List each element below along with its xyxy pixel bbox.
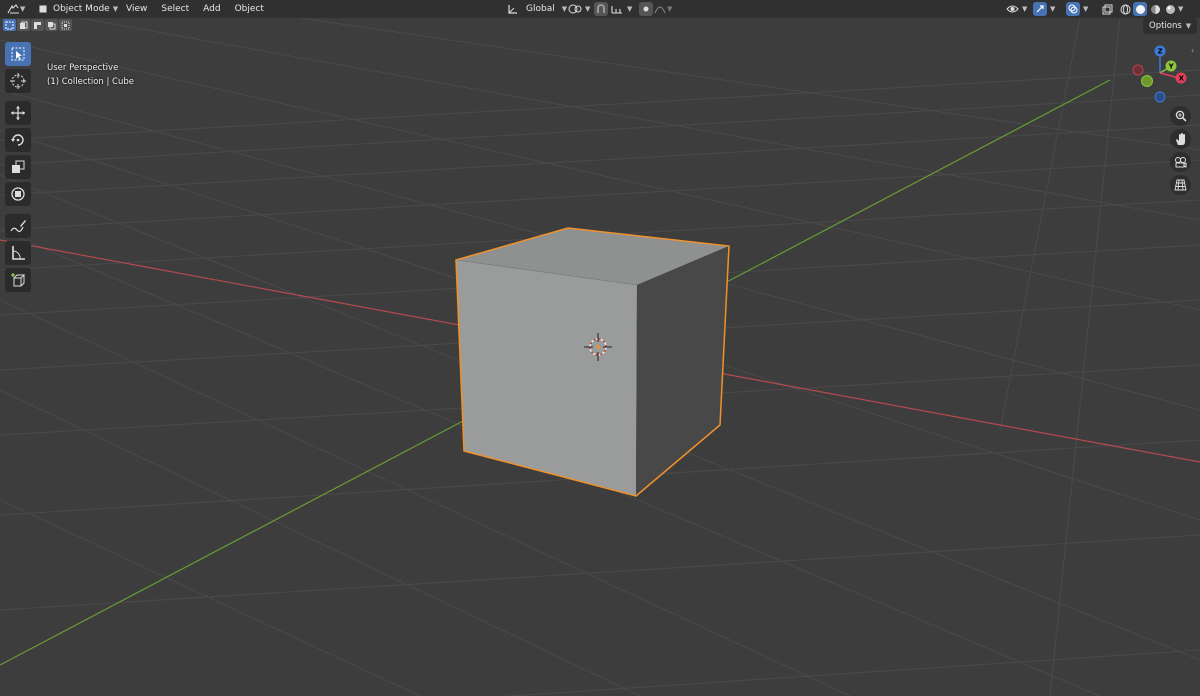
- chevron-down-icon: ▼: [627, 5, 633, 13]
- snap-toggle[interactable]: [594, 0, 608, 18]
- gizmo-icon: [1033, 2, 1047, 16]
- neg-x-axis-icon[interactable]: [1132, 64, 1144, 76]
- orientation-dropdown[interactable]: Global ▼: [506, 0, 567, 18]
- transform-icon[interactable]: [5, 182, 31, 206]
- pan-hand-icon[interactable]: [1170, 129, 1191, 149]
- tool-shelf: [5, 42, 32, 295]
- collection-label: (1) Collection | Cube: [47, 77, 135, 87]
- viewport-header: ▼ Object Mode ▼ View Select Add Object G…: [0, 0, 1200, 18]
- transform-orientation-icon: [506, 2, 520, 16]
- rotate-icon[interactable]: [5, 128, 31, 152]
- select-box-icon[interactable]: [5, 42, 31, 66]
- mode-dropdown[interactable]: Object Mode ▼: [36, 0, 118, 18]
- y-axis-label: Y: [1168, 63, 1175, 71]
- options-label: Options: [1149, 21, 1182, 31]
- x-axis-label: X: [1179, 75, 1185, 83]
- menu-select[interactable]: Select: [154, 0, 196, 18]
- select-intersect-icon[interactable]: [59, 19, 72, 31]
- chevron-down-icon: ▼: [112, 5, 119, 13]
- select-difference-icon[interactable]: [45, 19, 58, 31]
- proportional-edit-toggle[interactable]: ▼: [639, 0, 672, 18]
- annotate-icon[interactable]: [5, 214, 31, 238]
- shading-modes: ▼: [1118, 0, 1183, 18]
- object-mode-icon: [36, 2, 50, 16]
- mode-label: Object Mode: [53, 4, 110, 14]
- chevron-down-icon: ▼: [667, 5, 673, 13]
- move-icon[interactable]: [5, 101, 31, 125]
- navigation-controls: [1170, 106, 1192, 198]
- scale-icon[interactable]: [5, 155, 31, 179]
- selection-modes: [3, 19, 72, 32]
- pivot-icon: [568, 2, 582, 16]
- z-axis-label: Z: [1158, 48, 1163, 56]
- navigation-gizmo[interactable]: Z Y X: [1128, 42, 1188, 104]
- orientation-label: Global: [526, 4, 555, 14]
- add-cube-icon[interactable]: [5, 268, 31, 292]
- select-extend-icon[interactable]: [17, 19, 30, 31]
- chevron-down-icon: ▼: [1083, 5, 1089, 13]
- 3d-viewport[interactable]: User Perspective (1) Collection | Cube: [0, 18, 1200, 696]
- zoom-icon[interactable]: [1170, 106, 1191, 126]
- select-new-icon[interactable]: [3, 19, 16, 31]
- solid-shading-icon[interactable]: [1133, 2, 1147, 16]
- chevron-down-icon: ▼: [1022, 5, 1028, 13]
- eye-icon: [1005, 2, 1019, 16]
- menu-view[interactable]: View: [119, 0, 154, 18]
- viewport-scene[interactable]: [0, 18, 1200, 696]
- material-shading-icon[interactable]: [1148, 2, 1162, 16]
- snap-increment-icon: [610, 2, 624, 16]
- editor-type-button[interactable]: ▼: [6, 0, 25, 18]
- xray-icon: [1100, 2, 1114, 16]
- wireframe-shading-icon[interactable]: [1118, 2, 1132, 16]
- viewport-info: User Perspective (1) Collection | Cube: [47, 61, 134, 89]
- chevron-down-icon: ▼: [585, 5, 591, 13]
- cursor-icon[interactable]: [5, 69, 31, 93]
- menu-object[interactable]: Object: [228, 0, 271, 18]
- chevron-down-icon: ▼: [1050, 5, 1056, 13]
- neg-y-axis-icon[interactable]: [1141, 75, 1153, 87]
- chevron-down-icon: ▼: [561, 5, 568, 13]
- overlays-icon: [1066, 2, 1080, 16]
- menu-add[interactable]: Add: [196, 0, 227, 18]
- options-dropdown[interactable]: Options ▼: [1143, 18, 1198, 34]
- snap-target-dropdown[interactable]: ▼: [610, 0, 632, 18]
- neg-z-axis-icon[interactable]: [1154, 91, 1166, 103]
- object-visibility-dropdown[interactable]: ▼: [1005, 0, 1027, 18]
- grid-icon[interactable]: [1170, 175, 1191, 195]
- perspective-label: User Perspective: [47, 63, 119, 73]
- overlays-toggle[interactable]: ▼: [1066, 0, 1088, 18]
- chevron-down-icon[interactable]: ▼: [1178, 5, 1183, 13]
- pivot-point-dropdown[interactable]: ▼: [568, 0, 590, 18]
- proportional-edit-icon: [639, 2, 653, 16]
- camera-icon[interactable]: [1170, 152, 1191, 172]
- rendered-shading-icon[interactable]: [1163, 2, 1177, 16]
- falloff-curve-icon: [653, 2, 667, 16]
- snap-magnet-icon: [594, 2, 608, 16]
- editor-type-icon: [6, 2, 20, 16]
- gizmo-toggle[interactable]: ▼: [1033, 0, 1055, 18]
- chevron-down-icon: ▼: [1185, 22, 1192, 30]
- xray-toggle[interactable]: [1100, 0, 1114, 18]
- sidebar-toggle-icon[interactable]: ‹: [1191, 46, 1194, 55]
- select-subtract-icon[interactable]: [31, 19, 44, 31]
- measure-icon[interactable]: [5, 241, 31, 265]
- chevron-down-icon: ▼: [20, 5, 26, 13]
